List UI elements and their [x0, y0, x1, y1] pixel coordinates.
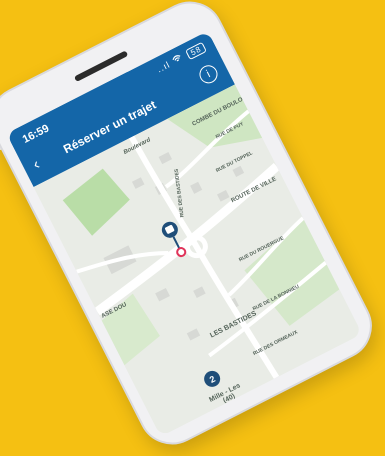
battery-indicator: 58 — [185, 41, 207, 61]
signal-icon: ..ıl — [155, 59, 172, 75]
wifi-icon — [170, 52, 187, 67]
phone-mockup: 16:59 ..ıl 58 ‹ Réserver un trajet i COM… — [0, 0, 384, 456]
info-button[interactable]: i — [196, 62, 221, 87]
back-button[interactable]: ‹ — [30, 156, 43, 174]
phone-screen: 16:59 ..ıl 58 ‹ Réserver un trajet i COM… — [6, 30, 363, 437]
status-time: 16:59 — [20, 122, 52, 146]
